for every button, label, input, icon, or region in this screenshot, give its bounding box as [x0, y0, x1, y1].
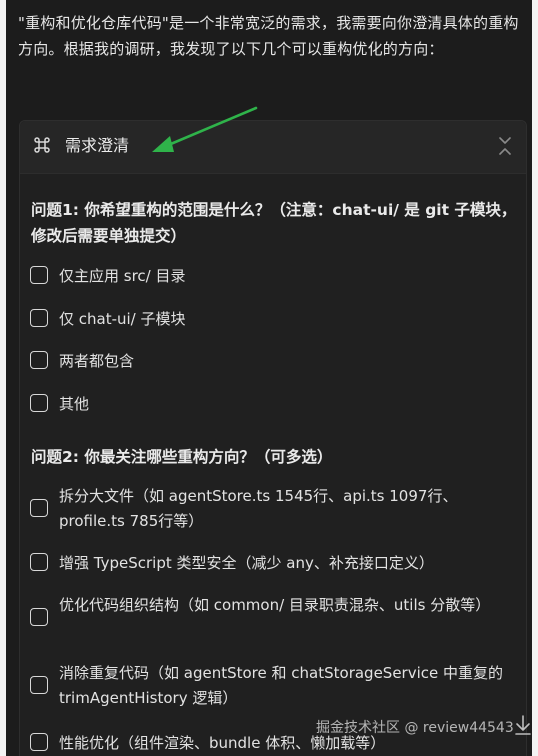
checkbox[interactable] — [30, 499, 48, 517]
checkbox[interactable] — [30, 394, 48, 412]
intro-text: "重构和优化仓库代码"是一个非常宽泛的需求，我需要向你澄清具体的重构方向。根据我… — [18, 14, 519, 58]
checkbox[interactable] — [30, 733, 48, 751]
checkbox[interactable] — [30, 309, 48, 327]
command-icon — [34, 137, 50, 153]
checkbox[interactable] — [30, 266, 48, 284]
option-label: 优化代码组织结构（如 common/ 目录职责混杂、utils 分散等） — [59, 596, 491, 614]
collapse-chevrons-icon[interactable] — [496, 135, 514, 157]
scroll-down-icon[interactable] — [512, 712, 532, 738]
option-label: 仅 chat-ui/ 子模块 — [59, 310, 186, 328]
green-arrow-annotation — [152, 106, 258, 152]
checkbox[interactable] — [30, 676, 48, 694]
chat-message-panel: "重构和优化仓库代码"是一个非常宽泛的需求，我需要向你澄清具体的重构方向。根据我… — [6, 0, 532, 756]
card-title: 需求澄清 — [65, 136, 130, 155]
option-label: 增强 TypeScript 类型安全（减少 any、补充接口定义） — [59, 554, 434, 572]
card-header[interactable]: 需求澄清 — [20, 121, 526, 174]
option-label: 拆分大文件（如 agentStore.ts 1545行、api.ts 1097行… — [59, 487, 458, 530]
watermark: 掘金技术社区 @ review44543 — [316, 720, 514, 736]
option-label: 仅主应用 src/ 目录 — [59, 267, 186, 285]
option-label: 消除重复代码（如 agentStore 和 chatStorageService… — [59, 664, 504, 707]
option-label: 其他 — [59, 395, 90, 413]
question-2-title: 问题2: 你最关注哪些重构方向？（可多选） — [31, 448, 333, 466]
clarification-card: 需求澄清 问题1: 你希望重构的范围是什么？（注意：chat-ui/ 是 git… — [19, 120, 527, 756]
checkbox[interactable] — [30, 553, 48, 571]
checkbox[interactable] — [30, 608, 48, 626]
question-1-title: 问题1: 你希望重构的范围是什么？（注意：chat-ui/ 是 git 子模块，… — [31, 201, 517, 245]
checkbox[interactable] — [30, 351, 48, 369]
option-label: 两者都包含 — [59, 352, 135, 370]
